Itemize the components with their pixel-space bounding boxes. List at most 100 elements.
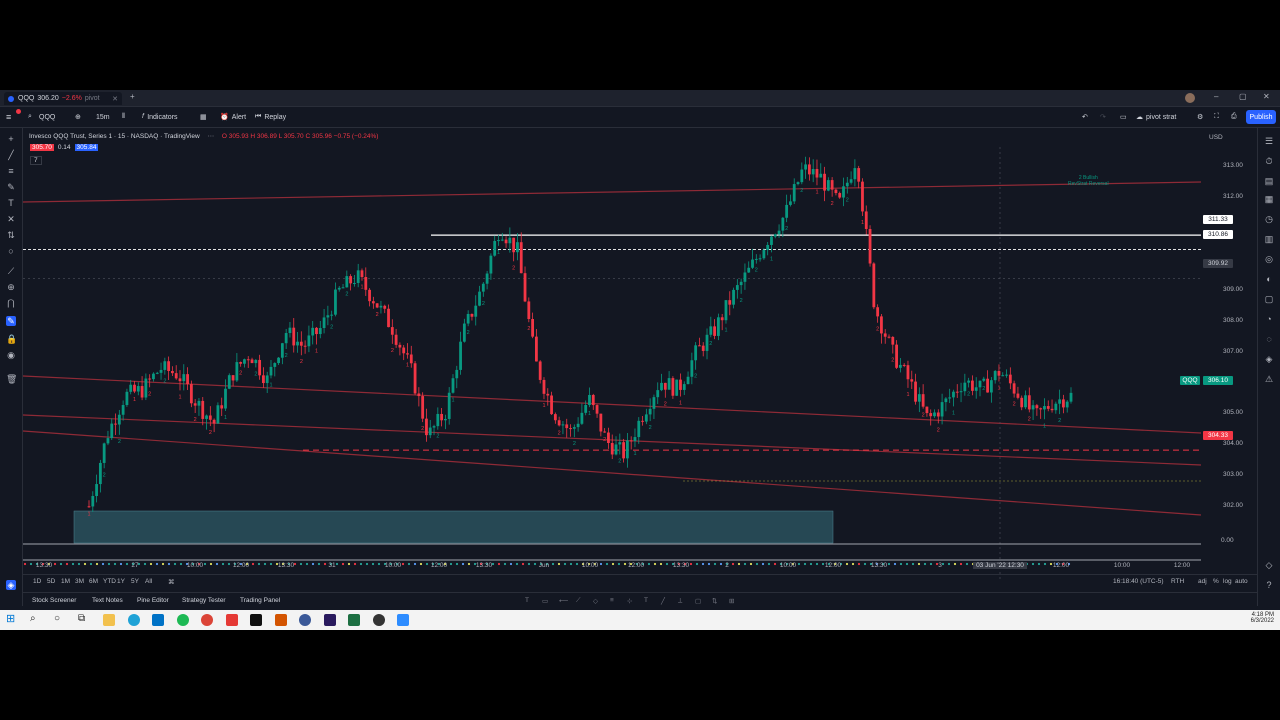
range-button-5y[interactable]: 5Y — [131, 578, 139, 585]
floating-drawing-tool-icon[interactable]: T — [525, 597, 529, 604]
floating-drawing-tool-icon[interactable]: ⇅ — [712, 597, 717, 605]
level-label-310[interactable]: 310.86 — [1203, 230, 1233, 239]
system-clock[interactable]: 4:18 PM 6/3/2022 — [1232, 612, 1274, 624]
undo-icon[interactable]: ↶ — [1082, 111, 1088, 123]
app-icon-red[interactable] — [226, 614, 238, 626]
notifications-icon[interactable]: ◌ — [1264, 334, 1274, 344]
range-button-1m[interactable]: 1M — [61, 578, 70, 585]
layers-icon[interactable]: ◇ — [1264, 560, 1274, 570]
auto-button[interactable]: auto — [1235, 578, 1248, 585]
spotify-icon[interactable] — [177, 614, 189, 626]
app-icon-orange[interactable] — [275, 614, 287, 626]
bottom-tab-trading-panel[interactable]: Trading Panel — [240, 597, 280, 604]
time-axis[interactable]: 13:30 27 10:00 12:00 13:30 31 10:00 12:00 13:30 J… — [23, 560, 1201, 572]
range-button-3m[interactable]: 3M — [75, 578, 84, 585]
percent-button[interactable]: % — [1213, 578, 1219, 585]
goto-date-icon[interactable]: ⌘ — [168, 578, 175, 586]
chats-icon[interactable]: ▢ — [1264, 294, 1274, 304]
brush-icon[interactable]: ✎ — [6, 182, 16, 192]
hotlist-icon[interactable]: ▦ — [1264, 194, 1274, 204]
layout-icon[interactable]: ▭ — [1120, 111, 1127, 123]
zoom-icon[interactable] — [397, 614, 409, 626]
bottom-tab-stock-screener[interactable]: Stock Screener — [32, 597, 76, 604]
chart-tab[interactable]: QQQ 306.20 −2.6% pivot ✕ — [4, 92, 122, 105]
range-button-1d[interactable]: 1D — [33, 578, 41, 585]
ask-price[interactable]: 305.84 — [74, 144, 99, 151]
new-tab-icon[interactable]: + — [130, 92, 135, 101]
taskbar-search-icon[interactable]: ⌕ — [30, 613, 36, 624]
object-tree-icon[interactable]: ◈ — [6, 580, 16, 590]
tradingview-taskbar-icon[interactable] — [250, 614, 262, 626]
bar-style-icon[interactable]: ⫴ — [122, 111, 125, 123]
floating-drawing-tool-icon[interactable]: ◇ — [593, 597, 598, 605]
floating-drawing-tool-icon[interactable]: ≡ — [610, 597, 614, 604]
trend-line-icon[interactable]: ╱ — [6, 150, 16, 160]
range-button-1y[interactable]: 1Y — [117, 578, 125, 585]
symbol-search-button[interactable]: QQQ — [39, 111, 55, 123]
log-button[interactable]: log — [1223, 578, 1232, 585]
fullscreen-icon[interactable]: ⛶ — [1214, 111, 1219, 123]
mail-icon[interactable] — [152, 614, 164, 626]
fib-icon[interactable]: ≡ — [6, 166, 16, 176]
publish-button[interactable]: Publish — [1246, 110, 1276, 124]
broadcast-icon[interactable]: ◔ — [1264, 314, 1274, 324]
search-icon[interactable]: ⌕ — [28, 111, 32, 123]
currency-label[interactable]: USD — [1209, 134, 1223, 141]
red-level-label[interactable]: 304.33 — [1203, 431, 1233, 440]
close-window-icon[interactable]: ✕ — [1263, 92, 1270, 101]
range-button-all[interactable]: All — [145, 578, 152, 585]
ideas-icon[interactable]: ◎ — [1264, 254, 1274, 264]
cortana-icon[interactable]: ○ — [54, 613, 60, 624]
close-tab-icon[interactable]: ✕ — [112, 95, 118, 103]
camera-icon[interactable]: ⎙ — [1231, 111, 1237, 123]
session-button[interactable]: RTH — [1171, 578, 1184, 585]
floating-drawing-tool-icon[interactable]: T — [644, 597, 648, 604]
windows-start-icon[interactable]: ⊞ — [6, 614, 17, 625]
range-button-ytd[interactable]: YTD — [103, 578, 116, 585]
floating-drawing-tool-icon[interactable]: ▢ — [695, 597, 701, 605]
excel-icon[interactable] — [348, 614, 360, 626]
menu-icon[interactable]: ≡ — [6, 111, 11, 123]
floating-drawing-tool-icon[interactable]: ╱ — [661, 597, 665, 605]
range-button-5d[interactable]: 5D — [47, 578, 55, 585]
floating-drawing-tool-icon[interactable]: ⟋ — [576, 597, 581, 605]
task-view-icon[interactable]: ⧉ — [78, 613, 85, 624]
maximize-icon[interactable]: ▢ — [1239, 92, 1247, 101]
ruler-icon[interactable]: ⟋ — [6, 266, 16, 276]
help-icon[interactable]: ⚠ — [1264, 374, 1274, 384]
bottom-tab-text-notes[interactable]: Text Notes — [92, 597, 123, 604]
alerts-clock-icon[interactable]: ⏱ — [1264, 156, 1274, 166]
lock-icon[interactable]: 🔒 — [6, 334, 17, 344]
templates-icon[interactable]: ▦ — [200, 111, 207, 123]
range-button-6m[interactable]: 6M — [89, 578, 98, 585]
clock[interactable]: 16:18:40 (UTC-5) — [1113, 578, 1164, 585]
indicator-collapse-toggle[interactable]: 7 — [30, 156, 42, 165]
layout-name-button[interactable]: ☁ pivot strat — [1136, 111, 1176, 123]
floating-drawing-tool-icon[interactable]: ▭ — [542, 597, 548, 605]
streams-icon[interactable]: ◐ — [1264, 274, 1274, 284]
support-icon[interactable]: ? — [1264, 580, 1274, 590]
zoom-in-icon[interactable]: ⊕ — [6, 282, 16, 292]
file-explorer-icon[interactable] — [103, 614, 115, 626]
messages-icon[interactable]: ◈ — [1264, 354, 1274, 364]
indicators-button[interactable]: 𝑓 Indicators — [142, 111, 178, 123]
avatar[interactable] — [1185, 93, 1195, 103]
eye-icon[interactable]: ◉ — [6, 350, 16, 360]
app-icon-dark[interactable] — [373, 614, 385, 626]
compare-icon[interactable]: ⊕ — [75, 111, 81, 123]
prediction-icon[interactable]: ⇅ — [6, 230, 16, 240]
legend-menu-icon[interactable]: ⋯ — [208, 133, 215, 140]
trash-icon[interactable]: 🗑 — [6, 374, 17, 384]
price-chart[interactable]: 12212212212 2122122122122122122122122122 1… — [23, 128, 1201, 598]
level-label-311[interactable]: 311.33 — [1203, 215, 1233, 224]
floating-drawing-tool-icon[interactable]: ⟵ — [559, 597, 568, 605]
calendar-icon[interactable]: ◷ — [1264, 214, 1274, 224]
app-icon-blue[interactable] — [299, 614, 311, 626]
circle-icon[interactable]: ○ — [6, 246, 16, 256]
floating-drawing-tool-icon[interactable]: ⊞ — [729, 597, 734, 605]
watchlist-icon[interactable]: ☰ — [1264, 136, 1274, 146]
bid-price[interactable]: 305.70 — [30, 144, 54, 151]
bottom-tab-pine-editor[interactable]: Pine Editor — [137, 597, 169, 604]
settings-icon[interactable]: ⚙ — [1197, 111, 1203, 123]
floating-drawing-tool-icon[interactable]: ⟂ — [678, 597, 682, 605]
